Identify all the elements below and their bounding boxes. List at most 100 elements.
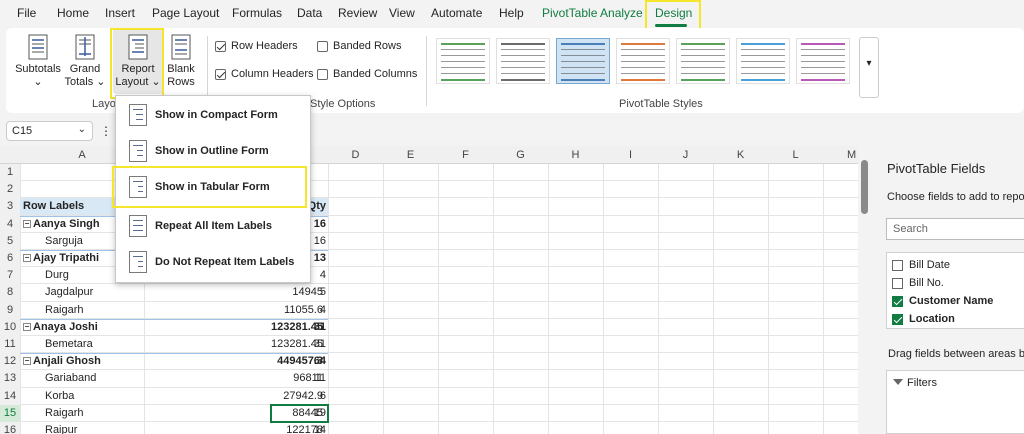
- filters-area[interactable]: Filters: [886, 370, 1024, 434]
- pivot-style-thumb[interactable]: [676, 38, 730, 84]
- location-label[interactable]: Bemetara: [45, 336, 93, 353]
- collapse-icon[interactable]: −: [23, 357, 31, 366]
- grand-totals-label-2: Totals ⌄: [64, 76, 106, 88]
- col-header-l[interactable]: L: [768, 149, 823, 161]
- tab-file[interactable]: File: [17, 6, 36, 20]
- customer-label[interactable]: − Aanya Singh: [23, 216, 100, 233]
- row-header[interactable]: 16: [0, 422, 20, 434]
- location-label[interactable]: Raipur: [45, 422, 77, 434]
- location-label[interactable]: Durg: [45, 267, 69, 284]
- compact-form-icon: [129, 104, 147, 126]
- more-options-icon[interactable]: ⋮: [100, 124, 112, 138]
- banded-columns-checkbox[interactable]: Banded Columns: [317, 68, 417, 80]
- scrollbar-thumb[interactable]: [861, 160, 868, 214]
- col-header-i[interactable]: I: [603, 149, 658, 161]
- tab-page-layout[interactable]: Page Layout: [152, 6, 219, 20]
- col-header-e[interactable]: E: [383, 149, 438, 161]
- pivot-style-thumb[interactable]: [556, 38, 610, 84]
- location-label[interactable]: Gariaband: [45, 370, 96, 387]
- col-header-d[interactable]: D: [328, 149, 383, 161]
- row-header[interactable]: 7: [0, 267, 20, 285]
- row-headers-checkbox[interactable]: Row Headers: [215, 40, 298, 52]
- pivot-style-thumb[interactable]: [436, 38, 490, 84]
- collapse-icon[interactable]: −: [23, 219, 31, 228]
- tab-insert[interactable]: Insert: [105, 6, 135, 20]
- pivot-style-thumb[interactable]: [796, 38, 850, 84]
- row-header[interactable]: 10: [0, 318, 20, 336]
- location-label[interactable]: Korba: [45, 388, 74, 405]
- banded-rows-checkbox[interactable]: Banded Rows: [317, 40, 402, 52]
- location-label[interactable]: Raigarh: [45, 302, 84, 319]
- row-header[interactable]: 15: [0, 404, 20, 422]
- style-preview-line: [441, 43, 485, 45]
- row-header[interactable]: 5: [0, 232, 20, 250]
- row-header[interactable]: 6: [0, 250, 20, 268]
- style-preview-line: [801, 79, 845, 81]
- grand-totals-button[interactable]: Grand Totals ⌄: [64, 34, 106, 92]
- col-header-f[interactable]: F: [438, 149, 493, 161]
- menu-item-compact-form[interactable]: Show in Compact Form: [116, 98, 310, 132]
- qty-cell[interactable]: 31: [290, 336, 326, 353]
- row-header[interactable]: 2: [0, 181, 20, 199]
- row-header[interactable]: 9: [0, 301, 20, 319]
- tab-help[interactable]: Help: [499, 6, 524, 20]
- field-location[interactable]: Location: [892, 313, 955, 325]
- tab-home[interactable]: Home: [57, 6, 89, 20]
- tab-formulas[interactable]: Formulas: [232, 6, 282, 20]
- qty-cell[interactable]: 4: [290, 302, 326, 319]
- menu-item-do-not-repeat-labels[interactable]: Do Not Repeat Item Labels: [116, 245, 310, 279]
- selected-cell[interactable]: [270, 403, 329, 423]
- row-header[interactable]: 4: [0, 215, 20, 233]
- field-bill-no[interactable]: Bill No.: [892, 277, 944, 289]
- row-header[interactable]: 3: [0, 198, 20, 216]
- cell-text: Sarguja: [45, 234, 83, 247]
- row-header[interactable]: 8: [0, 284, 20, 302]
- col-header-k[interactable]: K: [713, 149, 768, 161]
- field-bill-date[interactable]: Bill Date: [892, 259, 950, 271]
- collapse-icon[interactable]: −: [23, 322, 31, 331]
- customer-label[interactable]: − Ajay Tripathi: [23, 250, 99, 267]
- blank-rows-button[interactable]: Blank Rows ⌄: [164, 34, 198, 101]
- tab-pivottable-analyze[interactable]: PivotTable Analyze: [542, 6, 643, 20]
- row-labels-header[interactable]: Row Labels: [23, 198, 84, 215]
- gallery-more-button[interactable]: ▾: [859, 37, 879, 98]
- row-header[interactable]: 1: [0, 164, 20, 182]
- col-header-h[interactable]: H: [548, 149, 603, 161]
- customer-label[interactable]: − Anjali Ghosh: [23, 353, 101, 370]
- qty-cell[interactable]: 14: [290, 422, 326, 434]
- row-gridline: [20, 283, 862, 285]
- qty-cell[interactable]: 5: [290, 284, 326, 301]
- menu-item-outline-form[interactable]: Show in Outline Form: [116, 134, 310, 168]
- qty-cell[interactable]: 64: [290, 353, 326, 370]
- cell-text: Anjali Ghosh: [33, 355, 101, 368]
- style-preview-line: [621, 73, 665, 74]
- location-label[interactable]: Raigarh: [45, 405, 84, 422]
- tab-data[interactable]: Data: [297, 6, 322, 20]
- tab-automate[interactable]: Automate: [431, 6, 482, 20]
- column-headers-checkbox[interactable]: Column Headers: [215, 68, 314, 80]
- tab-view[interactable]: View: [389, 6, 415, 20]
- menu-item-repeat-all-labels[interactable]: Repeat All Item Labels: [116, 209, 310, 243]
- col-header-j[interactable]: J: [658, 149, 713, 161]
- subtotals-button[interactable]: Subtotals ⌄: [14, 34, 62, 92]
- panel-title: PivotTable Fields: [887, 161, 986, 176]
- tab-review[interactable]: Review: [338, 6, 377, 20]
- field-search-input[interactable]: Search: [886, 218, 1024, 240]
- pivot-style-thumb[interactable]: [736, 38, 790, 84]
- row-header[interactable]: 11: [0, 336, 20, 354]
- row-header[interactable]: 13: [0, 370, 20, 388]
- row-header[interactable]: 14: [0, 387, 20, 405]
- pivot-style-thumb[interactable]: [616, 38, 670, 84]
- row-header[interactable]: 12: [0, 353, 20, 371]
- location-label[interactable]: Sarguja: [45, 233, 83, 250]
- col-header-g[interactable]: G: [493, 149, 548, 161]
- qty-cell[interactable]: 11: [290, 370, 326, 387]
- field-customer-name[interactable]: Customer Name: [892, 295, 993, 307]
- qty-cell[interactable]: 31: [290, 319, 326, 336]
- collapse-icon[interactable]: −: [23, 254, 31, 262]
- name-box[interactable]: C15 ⌄: [6, 121, 93, 141]
- customer-label[interactable]: − Anaya Joshi: [23, 319, 98, 336]
- pivot-style-thumb[interactable]: [496, 38, 550, 84]
- location-label[interactable]: Jagdalpur: [45, 284, 93, 301]
- qty-cell[interactable]: 6: [290, 388, 326, 405]
